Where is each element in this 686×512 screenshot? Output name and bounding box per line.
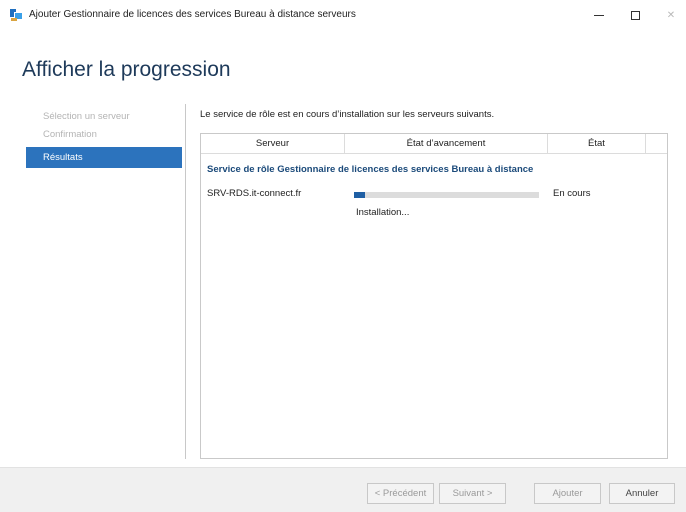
page-title: Afficher la progression <box>22 58 231 81</box>
add-button[interactable]: Ajouter <box>534 483 601 504</box>
cancel-button[interactable]: Annuler <box>609 483 675 504</box>
nav-item-selection-serveur: Sélection un serveur <box>43 111 130 122</box>
title-bar: Ajouter Gestionnaire de licences des ser… <box>0 0 686 30</box>
maximize-button[interactable] <box>620 4 650 26</box>
window-title: Ajouter Gestionnaire de licences des ser… <box>29 9 356 20</box>
installation-substep: Installation... <box>356 207 410 218</box>
column-header-etat-avancement[interactable]: État d’avancement <box>345 134 548 153</box>
wizard-navigation: Sélection un serveur Confirmation Résult… <box>26 108 182 168</box>
minimize-button[interactable] <box>584 4 614 26</box>
column-header-etat[interactable]: État <box>548 134 646 153</box>
server-name: SRV-RDS.it-connect.fr <box>207 188 302 199</box>
progress-description: Le service de rôle est en cours d’instal… <box>200 109 495 120</box>
installation-progress-bar <box>354 192 539 198</box>
progress-grid: Serveur État d’avancement État Service d… <box>200 133 668 459</box>
next-button[interactable]: Suivant > <box>439 483 506 504</box>
nav-item-resultats[interactable]: Résultats <box>26 147 182 168</box>
close-icon: ✕ <box>666 9 676 21</box>
previous-button[interactable]: < Précédent <box>367 483 434 504</box>
minimize-icon <box>594 14 604 16</box>
close-button[interactable]: ✕ <box>656 4 686 26</box>
status-text: En cours <box>553 188 591 199</box>
wizard-footer: < Précédent Suivant > Ajouter Annuler <box>0 467 686 512</box>
server-manager-icon <box>10 9 23 21</box>
progress-fill <box>354 192 366 198</box>
maximize-icon <box>630 10 640 20</box>
column-header-serveur[interactable]: Serveur <box>201 134 345 153</box>
grid-header: Serveur État d’avancement État <box>201 134 667 154</box>
nav-item-confirmation: Confirmation <box>43 129 97 140</box>
nav-divider <box>185 104 186 459</box>
role-service-group-title: Service de rôle Gestionnaire de licences… <box>207 164 534 175</box>
